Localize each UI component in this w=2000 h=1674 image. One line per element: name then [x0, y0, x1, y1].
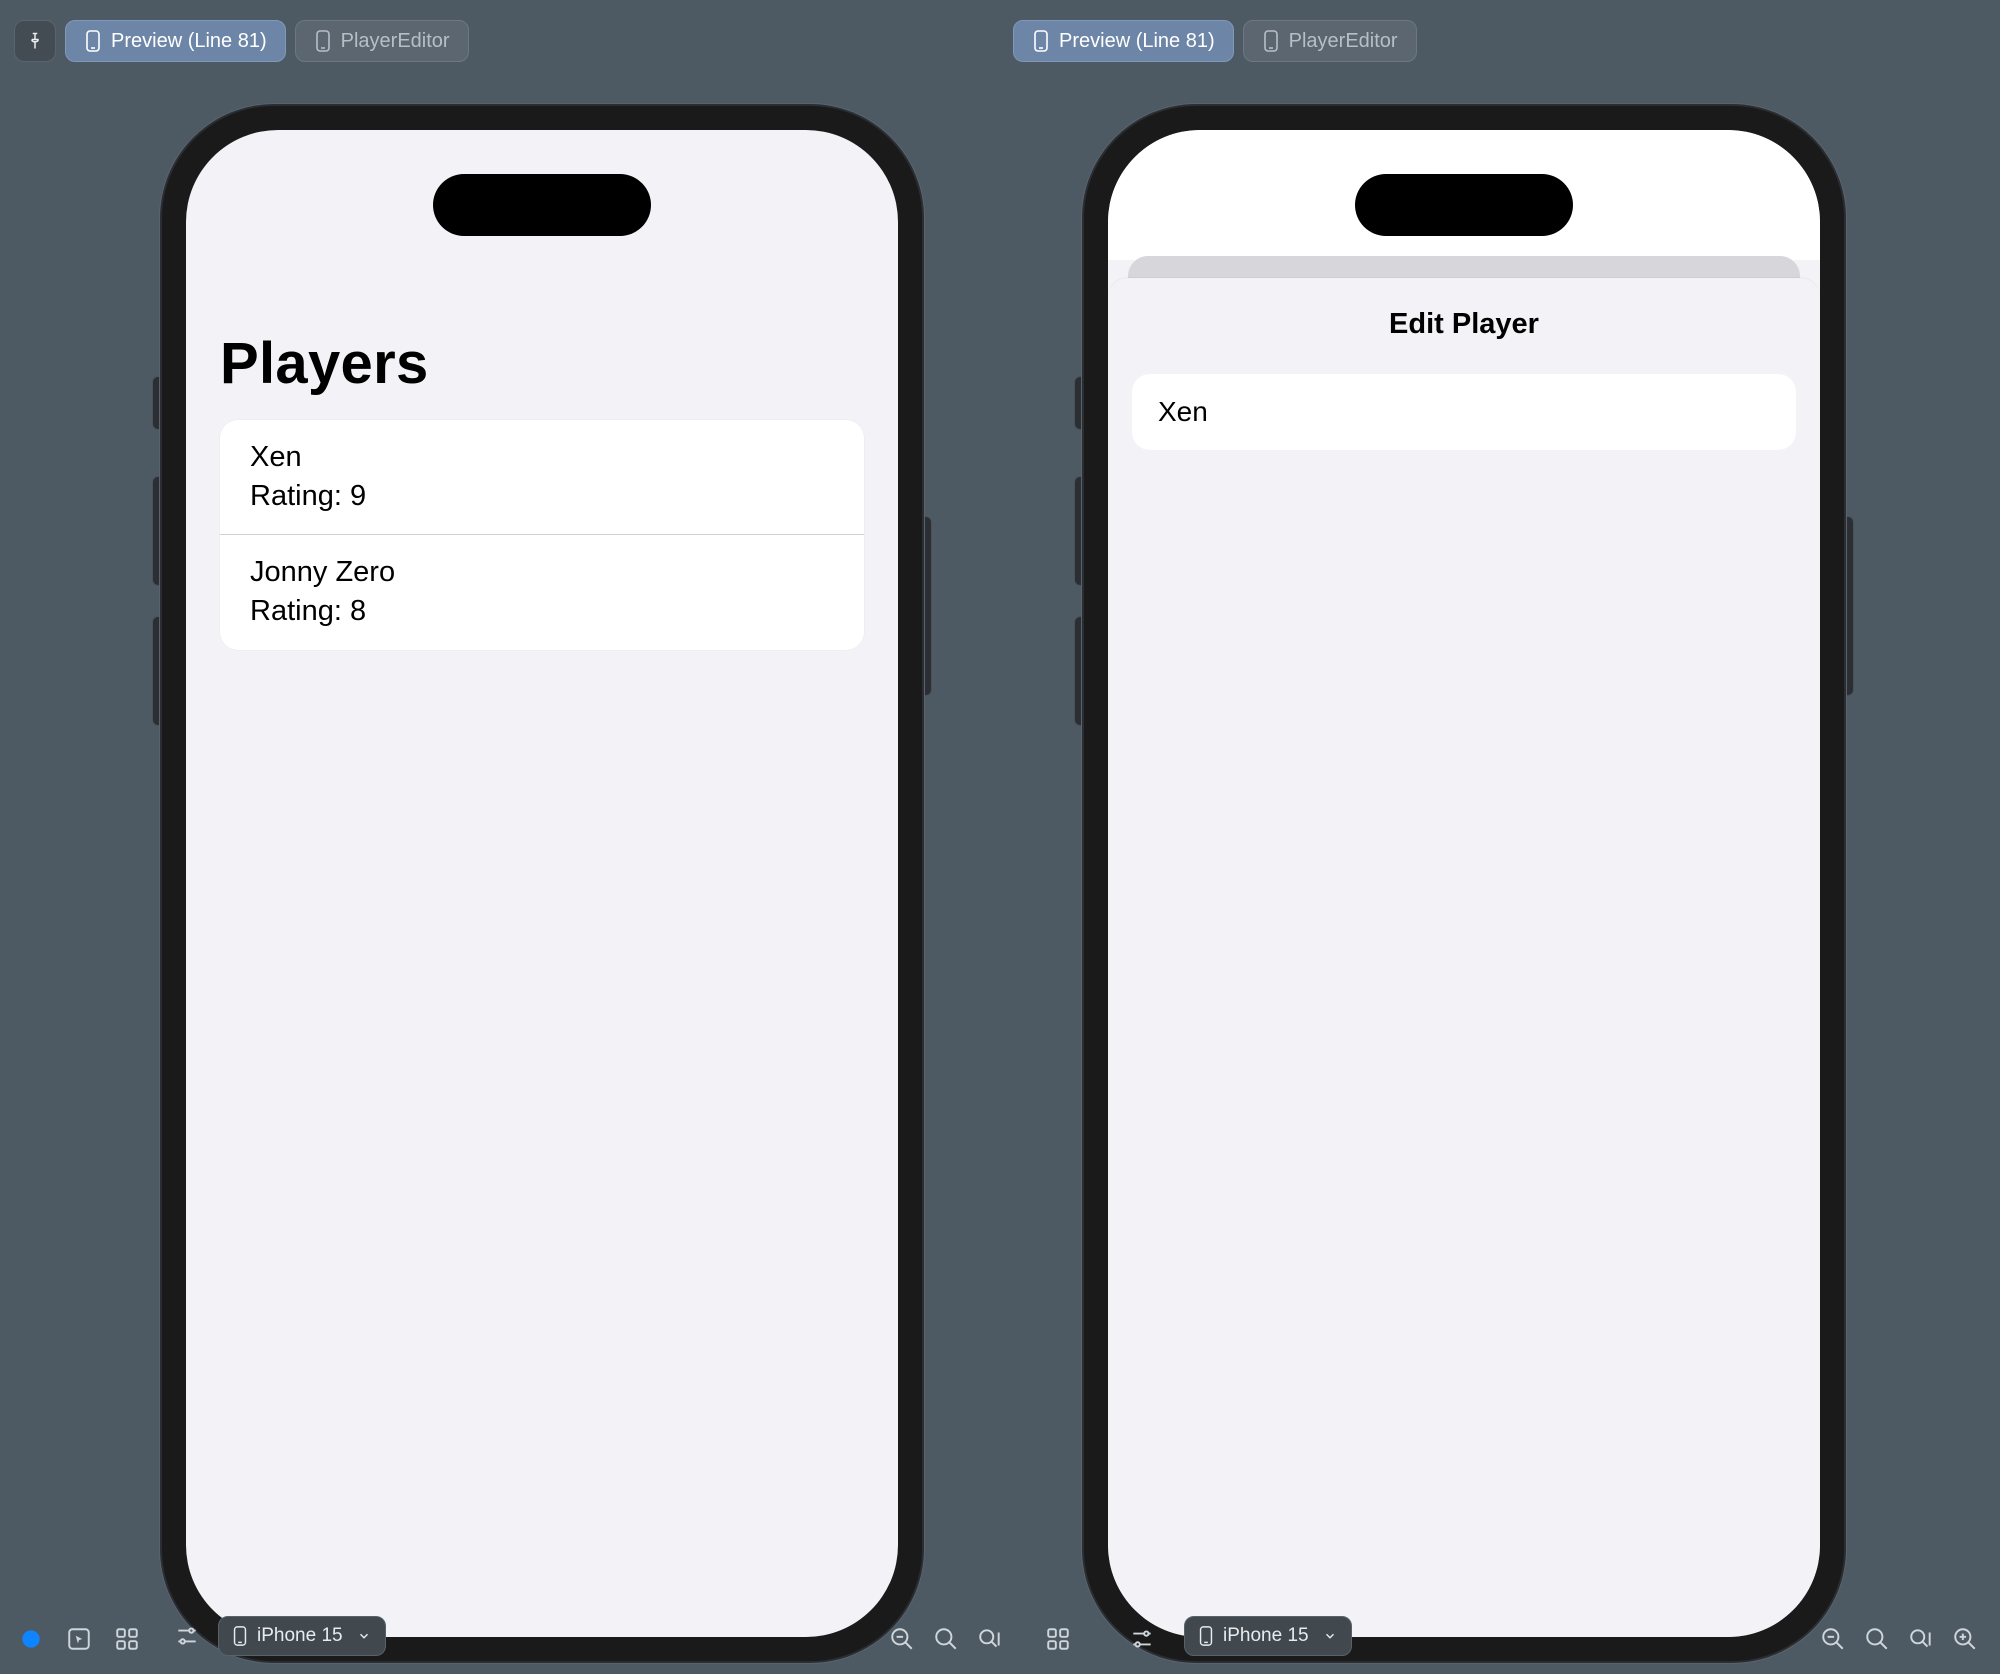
player-name: Xen — [250, 438, 834, 477]
smartphone-icon — [84, 30, 102, 52]
smartphone-icon — [233, 1626, 247, 1646]
smartphone-icon — [1199, 1626, 1213, 1646]
sheet-title: Edit Player — [1108, 308, 1820, 341]
chevron-down-icon — [357, 1629, 371, 1643]
device-picker-left-label: iPhone 15 — [257, 1625, 343, 1647]
device-notch — [1355, 174, 1573, 236]
smartphone-icon — [314, 30, 332, 52]
zoom-fit-icon — [1908, 1626, 1934, 1652]
device-picker-right[interactable]: iPhone 15 — [1184, 1616, 1352, 1656]
zoom-fit-button[interactable] — [973, 1622, 1007, 1656]
smartphone-icon — [1262, 30, 1280, 52]
tab-preview-right[interactable]: Preview (Line 81) — [1013, 20, 1234, 62]
variants-grid-button-2[interactable] — [1041, 1622, 1075, 1656]
tab-preview-right-label: Preview (Line 81) — [1059, 30, 1215, 53]
simulator-device-left: Players Xen Rating: 9 Jonny Zero Rating:… — [162, 106, 922, 1661]
grid-icon — [114, 1626, 140, 1652]
device-side-button — [1074, 476, 1084, 586]
smartphone-icon — [1032, 30, 1050, 52]
device-picker-right-label: iPhone 15 — [1223, 1625, 1309, 1647]
zoom-icon — [1864, 1626, 1890, 1652]
player-row[interactable]: Jonny Zero Rating: 8 — [220, 534, 864, 649]
tab-playereditor-right-label: PlayerEditor — [1289, 30, 1398, 53]
zoom-out-icon — [889, 1626, 915, 1652]
players-list: Xen Rating: 9 Jonny Zero Rating: 8 — [220, 420, 864, 650]
device-side-button — [152, 476, 162, 586]
player-name: Jonny Zero — [250, 553, 834, 592]
zoom-in-button-2[interactable] — [1948, 1622, 1982, 1656]
cursor-in-box-icon — [66, 1626, 92, 1652]
name-input-card — [1132, 374, 1796, 450]
player-name-input[interactable] — [1158, 396, 1770, 428]
device-settings-button[interactable] — [170, 1619, 204, 1653]
zoom-fit-icon — [977, 1626, 1003, 1652]
tab-playereditor-right[interactable]: PlayerEditor — [1243, 20, 1417, 62]
zoom-actual-button[interactable] — [929, 1622, 963, 1656]
players-heading: Players — [220, 330, 429, 397]
variants-grid-button[interactable] — [110, 1622, 144, 1656]
zoom-actual-button-2[interactable] — [1860, 1622, 1894, 1656]
zoom-out-icon — [1820, 1626, 1846, 1652]
sliders-icon — [1129, 1626, 1155, 1652]
player-rating: Rating: 9 — [250, 477, 834, 516]
device-side-button — [922, 516, 932, 696]
device-side-button — [152, 376, 162, 430]
zoom-out-button-2[interactable] — [1816, 1622, 1850, 1656]
simulator-device-right: Edit Player — [1084, 106, 1844, 1661]
selectable-preview-button[interactable] — [62, 1622, 96, 1656]
device-side-button — [1074, 376, 1084, 430]
zoom-out-button[interactable] — [885, 1622, 919, 1656]
live-preview-button[interactable] — [14, 1622, 48, 1656]
device-side-button — [1074, 616, 1084, 726]
device-side-button — [152, 616, 162, 726]
tab-preview-left-label: Preview (Line 81) — [111, 30, 267, 53]
device-settings-button-2[interactable] — [1125, 1622, 1159, 1656]
sliders-icon — [174, 1623, 200, 1649]
circle-filled-icon — [18, 1626, 44, 1652]
tab-playereditor-left-label: PlayerEditor — [341, 30, 450, 53]
zoom-in-icon — [1952, 1626, 1978, 1652]
grid-icon — [1045, 1626, 1071, 1652]
pin-button[interactable] — [14, 20, 56, 62]
player-rating: Rating: 8 — [250, 592, 834, 631]
player-row[interactable]: Xen Rating: 9 — [220, 420, 864, 534]
tab-preview-left[interactable]: Preview (Line 81) — [65, 20, 286, 62]
chevron-down-icon — [1323, 1629, 1337, 1643]
pin-icon — [26, 30, 44, 52]
zoom-fit-button-2[interactable] — [1904, 1622, 1938, 1656]
tab-playereditor-left[interactable]: PlayerEditor — [295, 20, 469, 62]
device-side-button — [1844, 516, 1854, 696]
device-picker-left[interactable]: iPhone 15 — [218, 1616, 386, 1656]
zoom-icon — [933, 1626, 959, 1652]
device-notch — [433, 174, 651, 236]
edit-player-sheet: Edit Player — [1108, 278, 1820, 1637]
